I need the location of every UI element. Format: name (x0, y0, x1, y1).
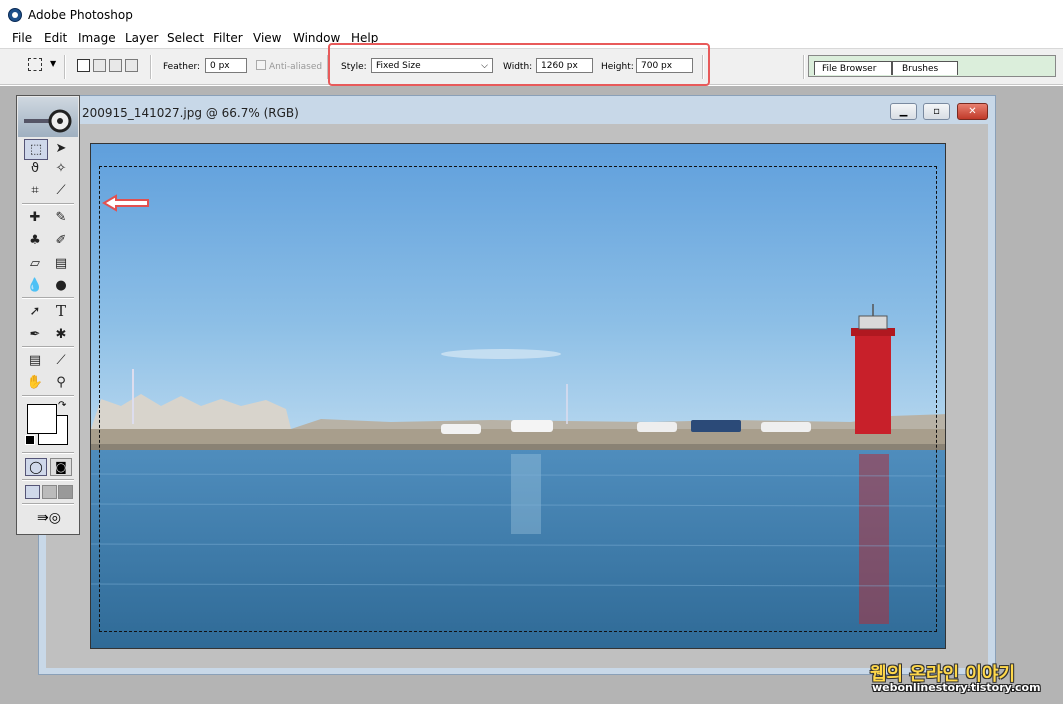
path-select-icon[interactable]: ➚ (24, 302, 46, 321)
tab-file-browser[interactable]: File Browser (814, 61, 892, 75)
options-divider (150, 55, 152, 79)
minimize-button[interactable]: ▁ (890, 103, 917, 120)
marquee-selection[interactable] (99, 166, 937, 632)
photoshop-logo-icon[interactable] (18, 97, 78, 137)
menu-edit[interactable]: Edit (44, 31, 67, 45)
healing-brush-icon[interactable]: ✚ (24, 208, 46, 227)
brush-icon[interactable]: ✎ (50, 208, 72, 227)
tool-preset-marquee-icon[interactable] (28, 58, 42, 71)
zoom-icon[interactable]: ⚲ (50, 373, 72, 392)
gradient-icon[interactable]: ▤ (50, 254, 72, 273)
crop-icon[interactable]: ⌗ (24, 181, 46, 200)
screen-mode-icon[interactable] (42, 485, 57, 499)
toolbox-divider (22, 297, 74, 299)
minimize-icon: ▁ (899, 106, 908, 117)
blur-icon[interactable]: 💧 (24, 276, 46, 295)
feather-label: Feather: (163, 62, 201, 72)
title-bar: Adobe Photoshop (0, 0, 1063, 30)
restore-icon: ▫ (933, 106, 940, 117)
history-brush-icon[interactable]: ✐ (50, 231, 72, 250)
hand-icon[interactable]: ✋ (24, 373, 46, 392)
toolbox-divider (22, 346, 74, 348)
default-colors-icon[interactable] (25, 435, 35, 445)
add-to-selection-icon[interactable] (93, 59, 106, 72)
foreground-color-swatch[interactable] (27, 404, 57, 434)
restore-button[interactable]: ▫ (923, 103, 950, 120)
standard-mode-icon[interactable]: ◯ (25, 458, 47, 476)
menu-filter[interactable]: Filter (213, 31, 243, 45)
notes-icon[interactable]: ▤ (24, 351, 46, 370)
feather-input[interactable]: 0 px (205, 58, 247, 73)
toolbox-divider (22, 395, 74, 397)
toolbox-divider (22, 503, 74, 505)
eraser-icon[interactable]: ▱ (24, 254, 46, 273)
screen-mode-icon[interactable] (58, 485, 73, 499)
anti-aliased-checkbox[interactable] (256, 60, 266, 70)
photoshop-app-icon (8, 8, 22, 22)
quickmask-mode-icon[interactable]: ◙ (50, 458, 72, 476)
new-selection-icon[interactable] (77, 59, 90, 72)
menu-layer[interactable]: Layer (125, 31, 158, 45)
type-icon[interactable]: T (50, 302, 72, 321)
menu-view[interactable]: View (253, 31, 281, 45)
options-divider (803, 55, 805, 79)
toolbox-divider (22, 479, 74, 481)
close-button[interactable]: ✕ (957, 103, 988, 120)
toolbox-divider (22, 452, 74, 454)
screen-mode-icon[interactable] (25, 485, 40, 499)
options-highlight-box (328, 43, 710, 86)
swap-colors-icon[interactable]: ↷ (58, 400, 66, 411)
subtract-from-selection-icon[interactable] (109, 59, 122, 72)
move-icon[interactable]: ➤ (50, 139, 72, 158)
rect-marquee-icon[interactable]: ⬚ (24, 139, 48, 160)
close-icon: ✕ (968, 106, 977, 117)
tool-preset-dropdown-icon[interactable]: ▼ (50, 59, 56, 68)
options-divider (64, 55, 66, 79)
pen-icon[interactable]: ✒ (24, 325, 46, 344)
window-title: Adobe Photoshop (28, 8, 133, 22)
menu-select[interactable]: Select (167, 31, 204, 45)
eyedropper-icon[interactable]: ⟋ (50, 351, 72, 370)
watermark-url: webonlinestory.tistory.com (872, 681, 1041, 694)
document-title: 200915_141027.jpg @ 66.7% (RGB) (82, 106, 299, 120)
clone-stamp-icon[interactable]: ♣ (24, 231, 46, 250)
anti-aliased-label: Anti-aliased (269, 62, 323, 72)
slice-icon[interactable]: ⟋ (50, 181, 72, 200)
magic-wand-icon[interactable]: ✧ (50, 159, 72, 178)
toolbox-divider (22, 203, 74, 205)
lasso-icon[interactable]: ϑ (24, 159, 46, 178)
red-arrow-icon (102, 194, 149, 212)
shape-icon[interactable]: ✱ (50, 325, 72, 344)
dodge-icon[interactable]: ● (50, 276, 72, 295)
menu-image[interactable]: Image (78, 31, 116, 45)
intersect-selection-icon[interactable] (125, 59, 138, 72)
menu-file[interactable]: File (12, 31, 32, 45)
jump-to-imageready-icon[interactable]: ⇛◎ (26, 508, 72, 528)
tab-brushes[interactable]: Brushes (892, 61, 958, 75)
